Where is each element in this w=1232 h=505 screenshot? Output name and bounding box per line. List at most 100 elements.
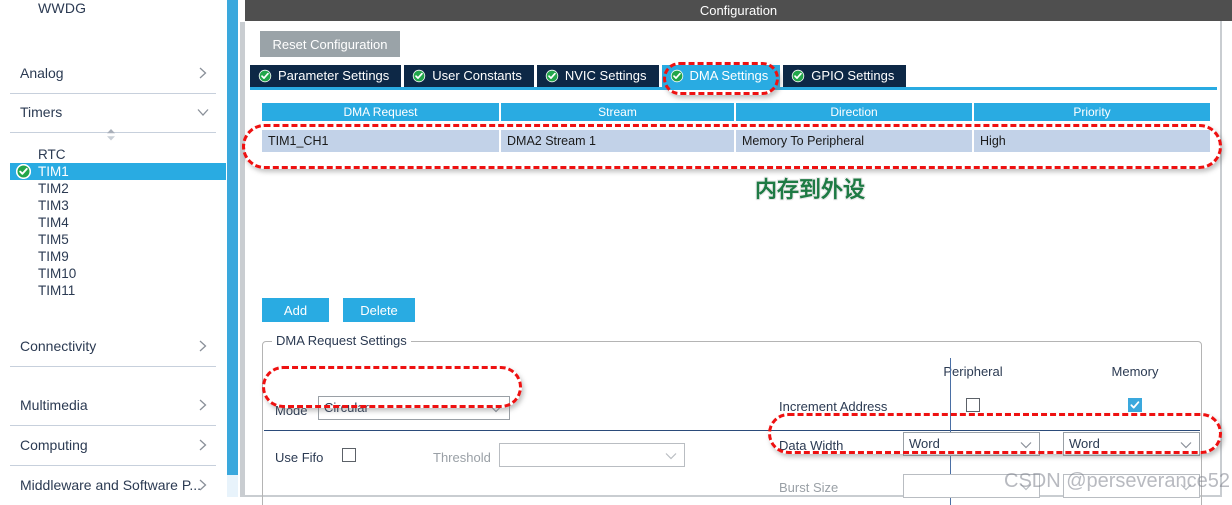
sidebar-item-tim11-label: TIM11: [38, 283, 76, 298]
sidebar-category-analog[interactable]: Analog: [10, 55, 216, 94]
chevron-right-icon: [196, 478, 210, 492]
dma-request-table: DMA Request Stream Direction Priority TI…: [262, 103, 1212, 152]
data-width-peripheral-select[interactable]: Word: [903, 432, 1040, 456]
green-check-icon: [16, 164, 31, 179]
chevron-down-icon: [1020, 441, 1032, 449]
panel-body: Reset Configuration Parameter Settings U…: [245, 21, 1222, 505]
sidebar-scrollbar[interactable]: [227, 0, 238, 497]
sidebar-timer-list: RTC TIM1 TIM2 TIM3 TIM4 TIM5 TIM9 TIM10 …: [10, 146, 226, 299]
sidebar-item-tim1[interactable]: TIM1: [10, 163, 226, 180]
delete-button[interactable]: Delete: [343, 298, 415, 322]
sidebar-item-tim10-label: TIM10: [38, 266, 77, 281]
mode-select[interactable]: Circular: [318, 396, 510, 420]
green-check-icon: [258, 69, 272, 83]
column-header-peripheral: Peripheral: [943, 364, 1003, 379]
increment-address-label: Increment Address: [779, 399, 888, 414]
tab-nvic-settings-label: NVIC Settings: [564, 68, 647, 83]
sidebar-item-tim9[interactable]: TIM9: [10, 248, 216, 265]
sidebar-category-multimedia[interactable]: Multimedia: [10, 387, 216, 426]
sidebar-item-rtc-label: RTC: [38, 147, 66, 162]
use-fifo-label: Use Fifo: [275, 450, 324, 465]
chevron-down-icon: [1180, 441, 1192, 449]
tab-parameter-settings-label: Parameter Settings: [278, 68, 390, 83]
scroll-up-down-icon[interactable]: [102, 128, 120, 142]
sidebar-item-tim2[interactable]: TIM2: [10, 180, 216, 197]
green-check-icon: [670, 69, 684, 83]
green-check-icon: [545, 69, 559, 83]
chevron-down-icon: [490, 405, 502, 413]
annotation-chinese-note: 内存到外设: [755, 178, 866, 203]
tab-user-constants[interactable]: User Constants: [404, 65, 534, 87]
sidebar-item-tim3[interactable]: TIM3: [10, 197, 216, 214]
reset-configuration-button[interactable]: Reset Configuration: [260, 31, 400, 57]
section-divider-left: [264, 430, 1200, 431]
chevron-right-icon: [196, 438, 210, 452]
tab-parameter-settings[interactable]: Parameter Settings: [250, 65, 402, 87]
tab-dma-settings-label: DMA Settings: [689, 68, 769, 83]
data-width-label: Data Width: [779, 438, 844, 453]
chevron-down-icon: [665, 452, 677, 460]
sidebar-item-wwdg[interactable]: WWDG: [38, 0, 86, 16]
threshold-select[interactable]: [499, 443, 685, 467]
increment-address-peripheral-checkbox[interactable]: [966, 398, 980, 412]
table-row[interactable]: TIM1_CH1 DMA2 Stream 1 Memory To Periphe…: [262, 130, 1212, 152]
sidebar-item-tim3-label: TIM3: [38, 198, 69, 213]
threshold-label: Threshold: [433, 450, 491, 465]
app-root: WWDG Analog Timers RTC TIM1 TIM2 TIM3 TI…: [0, 0, 1232, 505]
column-header-memory: Memory: [1111, 364, 1159, 379]
panel-title: Configuration: [245, 0, 1232, 21]
table-header-row: DMA Request Stream Direction Priority: [262, 103, 1212, 121]
sidebar-item-tim10[interactable]: TIM10: [10, 265, 216, 282]
tab-dma-settings[interactable]: DMA Settings: [661, 65, 781, 87]
cell-stream[interactable]: DMA2 Stream 1: [501, 130, 735, 152]
tab-underline: [250, 87, 1217, 90]
sidebar-item-tim4[interactable]: TIM4: [10, 214, 216, 231]
dma-request-settings-legend: DMA Request Settings: [272, 333, 411, 348]
chevron-right-icon: [196, 398, 210, 412]
column-header-direction[interactable]: Direction: [736, 103, 973, 121]
sidebar-category-multimedia-label: Multimedia: [20, 397, 88, 413]
tab-nvic-settings[interactable]: NVIC Settings: [536, 65, 659, 87]
cell-direction[interactable]: Memory To Peripheral: [736, 130, 973, 152]
sidebar-category-computing[interactable]: Computing: [10, 427, 216, 466]
sidebar-category-connectivity[interactable]: Connectivity: [10, 328, 216, 367]
component-sidebar: WWDG Analog Timers RTC TIM1 TIM2 TIM3 TI…: [0, 0, 226, 505]
chevron-right-icon: [196, 66, 210, 80]
configuration-panel: Configuration Reset Configuration Parame…: [245, 0, 1232, 505]
watermark-text: CSDN @perseverance52: [1004, 470, 1230, 492]
sidebar-scrollbar-thumb[interactable]: [227, 0, 238, 475]
sidebar-item-tim9-label: TIM9: [38, 249, 69, 264]
tabstrip: Parameter Settings User Constants NVIC S…: [250, 65, 909, 87]
use-fifo-checkbox[interactable]: [342, 448, 356, 462]
sidebar-category-connectivity-label: Connectivity: [20, 338, 97, 354]
data-width-memory-value: Word: [1069, 436, 1100, 451]
green-check-icon: [791, 69, 805, 83]
sidebar-category-middleware[interactable]: Middleware and Software P...: [10, 467, 216, 505]
chevron-down-icon: [196, 105, 210, 119]
sidebar-item-tim5-label: TIM5: [38, 232, 69, 247]
sidebar-item-tim4-label: TIM4: [38, 215, 69, 230]
mode-select-value: Circular: [324, 400, 369, 415]
tab-gpio-settings-label: GPIO Settings: [811, 68, 895, 83]
tab-gpio-settings[interactable]: GPIO Settings: [783, 65, 907, 87]
tab-user-constants-label: User Constants: [432, 68, 522, 83]
chevron-right-icon: [196, 339, 210, 353]
sidebar-item-tim5[interactable]: TIM5: [10, 231, 216, 248]
green-check-icon: [412, 69, 426, 83]
data-width-memory-select[interactable]: Word: [1063, 432, 1200, 456]
sidebar-category-timers-label: Timers: [20, 104, 63, 120]
cell-dma-request[interactable]: TIM1_CH1: [262, 130, 499, 152]
add-button[interactable]: Add: [262, 298, 329, 322]
sidebar-item-rtc[interactable]: RTC: [10, 146, 216, 163]
increment-address-memory-checkbox[interactable]: [1128, 398, 1142, 412]
sidebar-category-computing-label: Computing: [20, 437, 88, 453]
sidebar-item-tim11[interactable]: TIM11: [10, 282, 216, 299]
column-header-priority[interactable]: Priority: [974, 103, 1211, 121]
sidebar-item-tim1-label: TIM1: [38, 164, 69, 179]
cell-priority[interactable]: High: [974, 130, 1211, 152]
data-width-peripheral-value: Word: [909, 436, 940, 451]
column-header-stream[interactable]: Stream: [501, 103, 735, 121]
sidebar-item-tim2-label: TIM2: [38, 181, 69, 196]
sidebar-category-analog-label: Analog: [20, 65, 64, 81]
column-header-dma-request[interactable]: DMA Request: [262, 103, 499, 121]
